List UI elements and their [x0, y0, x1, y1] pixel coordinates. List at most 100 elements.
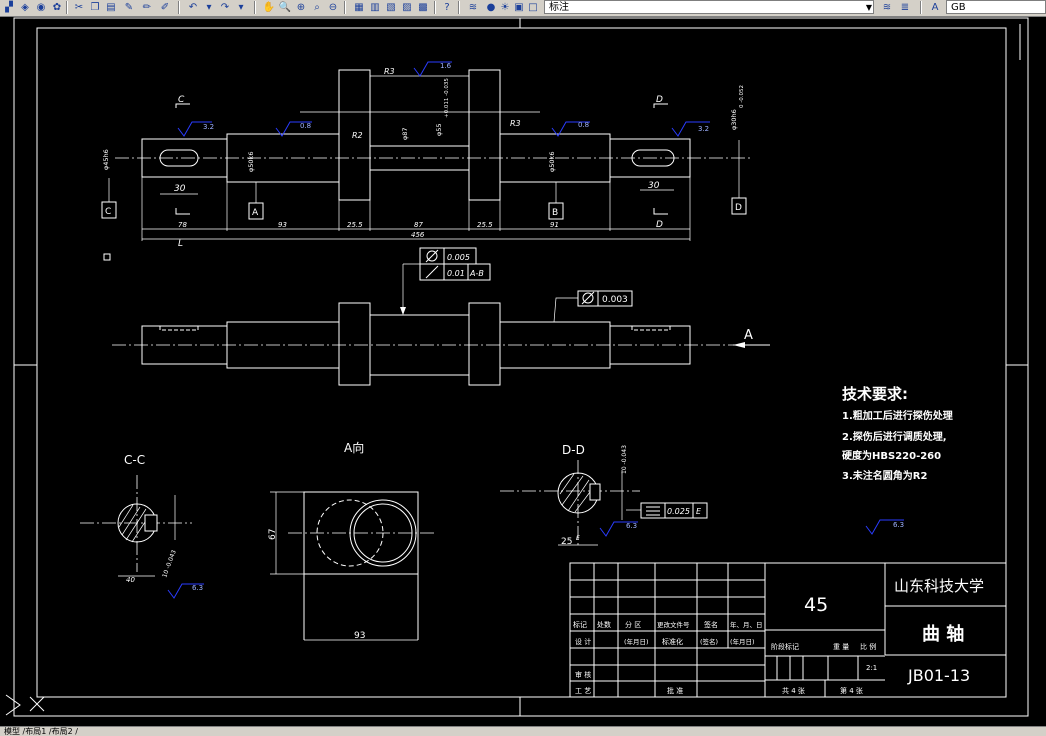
markup-icon[interactable]: ▨ [400, 1, 414, 14]
layer-color-icon[interactable]: □ [526, 1, 540, 14]
key-length-right: 30 [648, 181, 660, 191]
dim-87: 87 [414, 221, 423, 229]
properties-palette-icon[interactable]: ▦ [352, 1, 366, 14]
school-name: 山东科技大学 [894, 577, 984, 595]
paste-icon[interactable]: ▤ [104, 1, 118, 14]
properties-icon[interactable]: ✿ [50, 1, 64, 14]
drawing-canvas[interactable]: C L D D C A B D 78 93 25.5 87 25.5 91 45… [0, 16, 1046, 726]
text-style-icon[interactable]: A [928, 1, 942, 14]
drawing-number: JB01-13 [907, 666, 970, 685]
datum-d: D [735, 203, 742, 213]
cut-icon[interactable]: ✂ [72, 1, 86, 14]
zoom-realtime-icon[interactable]: 🔍 [278, 1, 292, 14]
fillet-r3-left: R3 [384, 67, 395, 76]
layer-select[interactable]: 标注 ▼ [544, 0, 874, 14]
datum-c: C [105, 207, 111, 217]
view-a-width: 93 [354, 631, 365, 641]
layer-value: 标注 [549, 2, 569, 13]
layer-on-icon[interactable]: ● [484, 1, 498, 14]
match-properties-icon[interactable]: ▞ [2, 1, 16, 14]
tb-sheets-total: 共 4 张 [782, 686, 805, 695]
inner-frame [36, 27, 1007, 698]
roughness-mid1: 0.8 [300, 122, 311, 130]
tb-h-count: 处数 [597, 620, 611, 629]
tolerance-cylindricity: 0.005 [447, 253, 470, 262]
outer-frame [13, 17, 1029, 717]
tb-h-zone: 分 区 [625, 620, 641, 629]
dia-right-tol: 0 -0.052 [739, 85, 745, 108]
layer-freeze-icon[interactable]: ☀ [498, 1, 512, 14]
dd-dim-tol: 10 -0.043 [621, 445, 628, 474]
dia-87: φ87 [401, 127, 409, 140]
cc-dim-tol: 10 -0.043 [161, 549, 178, 579]
tb-h-std: 标准化 [662, 637, 683, 646]
dd-symmetry-ref: E [696, 507, 702, 516]
datum-b: B [552, 208, 558, 218]
paint-icon[interactable]: ✐ [158, 1, 172, 14]
pan-icon[interactable]: ✋ [262, 1, 276, 14]
tech-line-4: 3.未注名圆角为R2 [842, 469, 927, 482]
layer-manager-icon[interactable]: ≋ [466, 1, 480, 14]
view-a-height: 67 [268, 529, 278, 540]
tb-h-process: 工 艺 [575, 687, 591, 695]
match-brush-icon[interactable]: ✎ [122, 1, 136, 14]
dia-right: φ30h6 [730, 109, 738, 130]
dim-L-label: L [178, 239, 183, 249]
dia-center-tol: +0.011 -0.035 [444, 78, 450, 118]
section-dd: D-D 10 -0.043 0.025 E 25 E 6.3 [500, 443, 708, 547]
tech-line-1: 1.粗加工后进行探伤处理 [842, 409, 953, 422]
zoom-extents-icon[interactable]: ⌕ [310, 1, 324, 14]
tb-h-sign: 签名 [704, 620, 718, 629]
zoom-previous-icon[interactable]: ⊖ [326, 1, 340, 14]
tb-h-sign2: (签名) [700, 637, 718, 646]
roughness-mid2: 0.8 [578, 121, 589, 129]
tb-h-stage: 阶段标记 [771, 642, 799, 651]
ucs-icon [5, 694, 45, 716]
dim-78: 78 [178, 221, 187, 229]
design-center-icon[interactable]: ◈ [18, 1, 32, 14]
help-icon[interactable]: ? [440, 1, 454, 14]
title-block: 45 山东科技大学 曲 轴 JB01-13 标记 处数 分 区 更改文件号 签名… [569, 562, 1007, 698]
fillet-r2: R2 [352, 131, 363, 140]
text-style-value: GB [951, 2, 966, 13]
dim-total: 456 [411, 231, 425, 239]
datum-a: A [252, 208, 259, 218]
top-view: C L D D C A B D 78 93 25.5 87 25.5 91 45… [101, 61, 750, 261]
text-style-select[interactable]: GB [946, 0, 1046, 14]
front-view: A 0.005 0.01 A-B 0.003 [112, 247, 770, 386]
dd-e-label: E [576, 535, 580, 542]
section-d-label-bottom: D [656, 220, 663, 230]
pencil-icon[interactable]: ✏ [140, 1, 154, 14]
cc-dim-bottom: 40 [126, 576, 135, 584]
material: 45 [804, 594, 828, 616]
tb-sheet-no: 第 4 张 [840, 686, 863, 695]
key-length-left: 30 [174, 184, 186, 194]
tool-palette-icon[interactable]: ◉ [34, 1, 48, 14]
layer-previous-icon[interactable]: ≣ [898, 1, 912, 14]
dia-a: φ50k6 [247, 152, 255, 172]
copy-icon[interactable]: ❐ [88, 1, 102, 14]
redo-dropdown-icon[interactable]: ▾ [234, 1, 248, 14]
dim-91: 91 [550, 221, 559, 229]
dd-dim-25: 25 [561, 537, 572, 547]
undo-icon[interactable]: ↶ [186, 1, 200, 14]
dia-center: φ55 [435, 123, 443, 136]
section-d-label-top: D [656, 95, 663, 105]
tb-h-design: 设 计 [575, 637, 591, 646]
roughness-top: 1.6 [440, 62, 452, 70]
tolerance-runout-ref: A-B [469, 269, 484, 278]
calculator-icon[interactable]: ▩ [416, 1, 430, 14]
layer-lock-icon[interactable]: ▣ [512, 1, 526, 14]
design-center-palette-icon[interactable]: ▥ [368, 1, 382, 14]
toolbar: ▞ ◈ ◉ ✿ ✂ ❐ ▤ ✎ ✏ ✐ ↶ ▾ ↷ ▾ ✋ 🔍 ⊕ ⌕ ⊖ ▦ … [0, 0, 1046, 17]
tb-h-scale: 比 例 [860, 642, 876, 651]
tb-h-date: 年、月、日 [730, 620, 763, 629]
redo-icon[interactable]: ↷ [218, 1, 232, 14]
sheet-set-icon[interactable]: ▧ [384, 1, 398, 14]
undo-dropdown-icon[interactable]: ▾ [202, 1, 216, 14]
tb-h-doc: 更改文件号 [657, 620, 690, 629]
zoom-window-icon[interactable]: ⊕ [294, 1, 308, 14]
view-a-title: A向 [344, 440, 364, 455]
dd-symmetry-value: 0.025 [667, 507, 690, 516]
make-current-layer-icon[interactable]: ≋ [880, 1, 894, 14]
